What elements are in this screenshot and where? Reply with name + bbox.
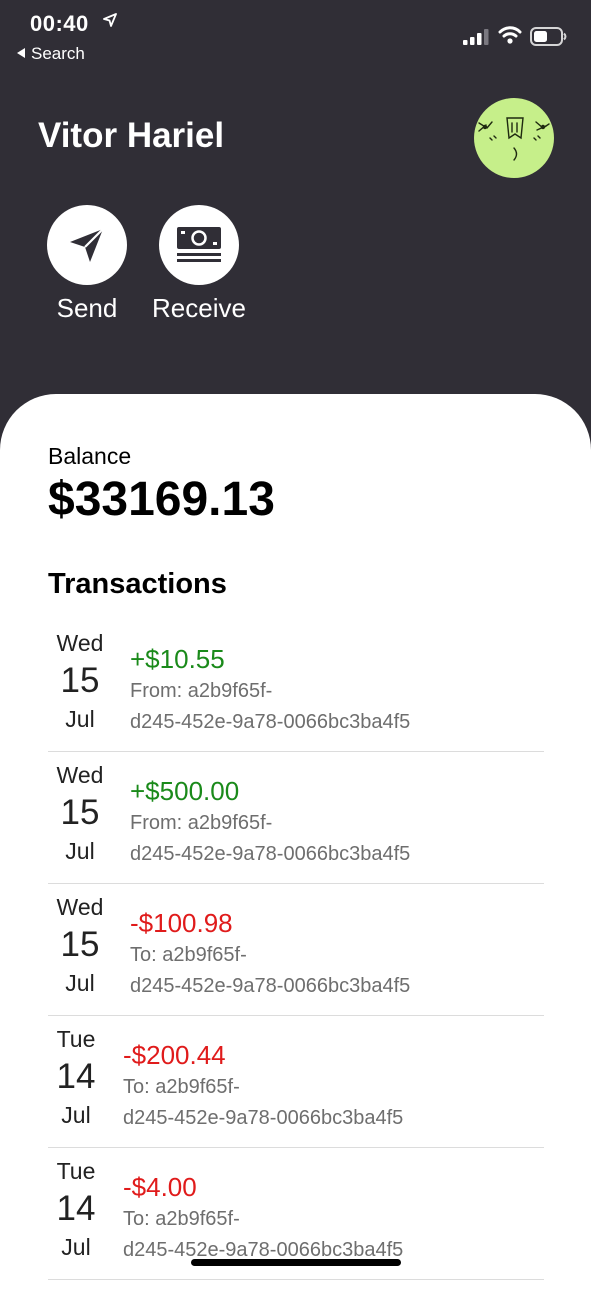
transaction-weekday: Tue (56, 1158, 96, 1184)
cellular-signal-icon (463, 29, 489, 45)
status-time: 00:40 (30, 11, 89, 36)
transaction-amount: -$100.98 (130, 908, 233, 938)
transaction-party-line2: d245-452e-9a78-0066bc3ba4f5 (130, 843, 411, 865)
avatar[interactable] (474, 98, 554, 178)
transaction-weekday: Tue (56, 1026, 96, 1052)
transaction-party-line1: To: a2b9f65f- (130, 944, 247, 966)
transactions-heading: Transactions (48, 568, 227, 600)
transaction-day: 15 (60, 661, 100, 700)
transaction-party-line1: From: a2b9f65f- (130, 812, 273, 834)
transaction-details: -$4.00 To: a2b9f65f- d245-452e-9a78-0066… (123, 1172, 403, 1265)
balance-value: $33169.13 (48, 473, 275, 526)
transaction-month: Jul (61, 1234, 91, 1260)
back-label: Search (31, 44, 85, 63)
transaction-month: Jul (61, 1102, 91, 1128)
transactions-list: Wed 15 Jul +$10.55 From: a2b9f65f- d245-… (48, 620, 544, 1280)
battery-icon (530, 27, 567, 46)
receive-action[interactable]: Receive (152, 205, 246, 323)
transaction-amount: -$4.00 (123, 1172, 197, 1202)
transaction-date: Wed 15 Jul (48, 632, 112, 731)
transaction-party-line2: d245-452e-9a78-0066bc3ba4f5 (130, 711, 411, 733)
transaction-party-line1: From: a2b9f65f- (130, 680, 273, 702)
transaction-row[interactable]: Wed 15 Jul +$10.55 From: a2b9f65f- d245-… (48, 620, 544, 752)
transaction-amount: +$500.00 (130, 776, 240, 806)
send-label: Send (56, 293, 118, 323)
receive-button[interactable] (159, 205, 239, 285)
banknote-icon (177, 227, 221, 262)
transaction-amount: -$200.44 (123, 1040, 226, 1070)
transaction-date: Tue 14 Jul (48, 1028, 104, 1127)
user-name: Vitor Hariel (38, 116, 225, 155)
transaction-day: 14 (56, 1057, 96, 1096)
transaction-month: Jul (65, 706, 95, 732)
send-button[interactable] (47, 205, 127, 285)
transaction-row[interactable]: Wed 15 Jul +$500.00 From: a2b9f65f- d245… (48, 752, 544, 884)
wifi-icon (498, 26, 522, 44)
send-action[interactable]: Send (47, 205, 127, 323)
transaction-details: -$200.44 To: a2b9f65f- d245-452e-9a78-00… (123, 1040, 403, 1133)
paper-plane-icon (70, 228, 104, 262)
transaction-date: Wed 15 Jul (48, 764, 112, 863)
transaction-party-line1: To: a2b9f65f- (123, 1076, 240, 1098)
transaction-day: 15 (60, 793, 100, 832)
transaction-amount: +$10.55 (130, 644, 225, 674)
transaction-day: 14 (56, 1189, 96, 1228)
status-bar: 00:40 Search (0, 0, 591, 75)
home-indicator[interactable] (191, 1259, 401, 1266)
transaction-details: +$500.00 From: a2b9f65f- d245-452e-9a78-… (130, 776, 410, 869)
balance-label: Balance (48, 443, 132, 469)
transaction-details: +$10.55 From: a2b9f65f- d245-452e-9a78-0… (130, 644, 410, 737)
transaction-month: Jul (65, 838, 95, 864)
transaction-weekday: Wed (56, 630, 104, 656)
transaction-date: Wed 15 Jul (48, 896, 112, 995)
transaction-month: Jul (65, 970, 95, 996)
location-arrow-icon (103, 13, 117, 27)
transaction-weekday: Wed (56, 762, 104, 788)
transaction-date: Tue 14 Jul (48, 1160, 104, 1259)
transaction-row[interactable]: Tue 14 Jul -$200.44 To: a2b9f65f- d245-4… (48, 1016, 544, 1148)
face-doodle-icon (478, 117, 550, 161)
transaction-day: 15 (60, 925, 100, 964)
transaction-party-line2: d245-452e-9a78-0066bc3ba4f5 (123, 1107, 404, 1129)
transaction-row[interactable]: Wed 15 Jul -$100.98 To: a2b9f65f- d245-4… (48, 884, 544, 1016)
back-triangle-icon (17, 48, 25, 58)
back-to-search-button[interactable]: Search (17, 44, 85, 64)
transaction-party-line2: d245-452e-9a78-0066bc3ba4f5 (130, 975, 411, 997)
transaction-party-line1: To: a2b9f65f- (123, 1208, 240, 1230)
transaction-weekday: Wed (56, 894, 104, 920)
receive-label: Receive (152, 293, 246, 323)
transaction-details: -$100.98 To: a2b9f65f- d245-452e-9a78-00… (130, 908, 410, 1001)
